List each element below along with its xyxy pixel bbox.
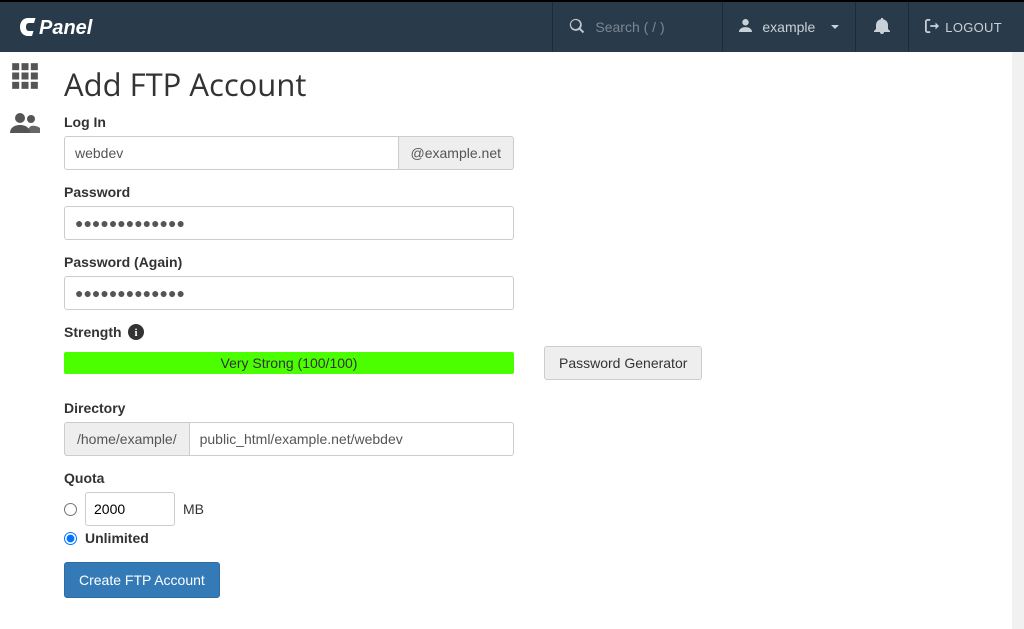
quota-label: Quota [64, 470, 998, 486]
svg-text:i: i [134, 327, 137, 339]
password-label: Password [64, 184, 998, 200]
users-icon[interactable] [10, 111, 40, 136]
scrollbar-track[interactable] [1012, 52, 1024, 629]
quota-unlimited-label: Unlimited [85, 530, 149, 546]
directory-input[interactable] [189, 422, 514, 456]
search-icon [569, 18, 585, 37]
strength-text: Very Strong (100/100) [221, 355, 358, 371]
strength-block: Strength i Very Strong (100/100) Passwor… [64, 324, 998, 380]
logout-button[interactable]: LOGOUT [908, 2, 1024, 52]
login-domain-addon: @example.net [399, 136, 514, 170]
quota-unit-label: MB [183, 501, 204, 517]
password-generator-button[interactable]: Password Generator [544, 346, 702, 380]
login-input[interactable] [64, 136, 399, 170]
apps-grid-icon[interactable] [11, 62, 39, 93]
strength-label-text: Strength [64, 324, 122, 340]
search-placeholder: Search ( / ) [595, 19, 664, 35]
logout-icon [925, 19, 939, 36]
info-icon[interactable]: i [128, 324, 144, 340]
logout-label: LOGOUT [945, 20, 1002, 35]
left-sidebar [0, 52, 50, 629]
strength-label: Strength i [64, 324, 998, 340]
user-icon [739, 19, 752, 35]
svg-text:Panel: Panel [39, 17, 93, 39]
chevron-down-icon [831, 25, 839, 29]
cpanel-logo-icon: Panel [20, 15, 120, 39]
brand-logo[interactable]: Panel [0, 2, 552, 52]
login-field-block: Log In @example.net [64, 114, 998, 170]
password-again-label: Password (Again) [64, 254, 998, 270]
login-label: Log In [64, 114, 998, 130]
user-label: example [762, 19, 815, 35]
notifications-button[interactable] [855, 2, 908, 52]
quota-field-block: Quota MB Unlimited [64, 470, 998, 546]
directory-label: Directory [64, 400, 998, 416]
quota-limited-radio[interactable] [64, 503, 77, 516]
directory-field-block: Directory /home/example/ [64, 400, 998, 456]
password-field-block: Password [64, 184, 998, 240]
password-input[interactable] [64, 206, 514, 240]
top-navbar: Panel Search ( / ) example LOGOUT [0, 2, 1024, 52]
strength-meter: Very Strong (100/100) [64, 352, 514, 374]
bell-icon [874, 18, 890, 37]
create-ftp-account-button[interactable]: Create FTP Account [64, 562, 220, 598]
page-title: Add FTP Account [64, 64, 998, 106]
password-again-input[interactable] [64, 276, 514, 310]
submit-row: Create FTP Account [64, 562, 998, 598]
directory-prefix-addon: /home/example/ [64, 422, 189, 456]
main-content: Add FTP Account Log In @example.net Pass… [50, 52, 1012, 629]
search-box[interactable]: Search ( / ) [552, 2, 722, 52]
quota-value-input[interactable] [85, 492, 175, 526]
password-again-field-block: Password (Again) [64, 254, 998, 310]
quota-unlimited-radio[interactable] [64, 532, 77, 545]
user-menu[interactable]: example [722, 2, 855, 52]
